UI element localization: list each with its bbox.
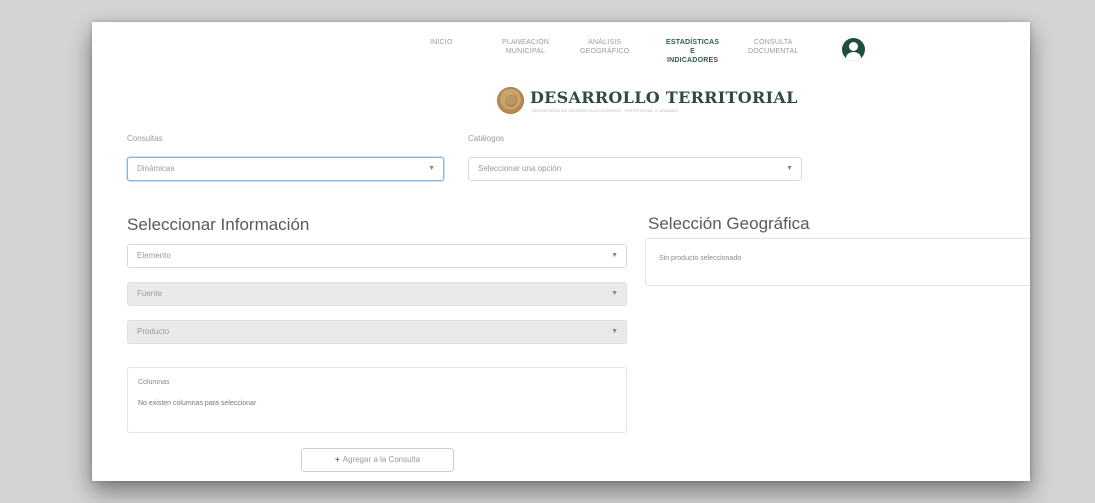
producto-select[interactable]: Producto ▼	[127, 320, 627, 344]
nav-label: GEOGRÁFICO	[580, 48, 630, 55]
nav-item-inicio[interactable]: INICIO	[430, 38, 453, 47]
nav-label: CONSULTA	[753, 39, 793, 46]
seal-icon	[497, 87, 524, 114]
chevron-down-icon: ▼	[611, 252, 618, 259]
consultas-value: Dinámicas	[137, 164, 175, 173]
nav-item-consulta-documental[interactable]: CONSULTA DOCUMENTAL	[748, 38, 798, 56]
consultas-label: Consultas	[127, 134, 163, 143]
logo-subtitle: SECRETARÍA DE DESARROLLO AGRARIO, TERRIT…	[532, 108, 678, 113]
columnas-panel: Columnas No existen columnas para selecc…	[127, 367, 627, 433]
fuente-select[interactable]: Fuente ▼	[127, 282, 627, 306]
nav-label: DOCUMENTAL	[748, 48, 799, 55]
fuente-placeholder: Fuente	[137, 289, 162, 298]
elemento-placeholder: Elemento	[137, 251, 171, 260]
page-card: INICIO PLANEACIÓN MUNICIPAL ANÁLISIS GEO…	[92, 22, 1030, 481]
catalogos-placeholder: Seleccionar una opción	[478, 164, 562, 173]
chevron-down-icon: ▼	[786, 165, 793, 172]
catalogos-select[interactable]: Seleccionar una opción ▼	[468, 157, 802, 181]
user-circle-icon[interactable]	[842, 38, 865, 61]
nav-item-planeacion-municipal[interactable]: PLANEACIÓN MUNICIPAL	[502, 38, 549, 56]
elemento-select[interactable]: Elemento ▼	[127, 244, 627, 268]
add-to-query-button[interactable]: + Agregar a la Consulta	[301, 448, 454, 472]
nav-label: E	[690, 48, 696, 55]
columnas-empty-message: No existen columnas para seleccionar	[138, 400, 257, 407]
nav-label: INICIO	[430, 39, 453, 46]
info-section-title: Seleccionar Información	[127, 215, 310, 234]
nav-label: INDICADORES	[667, 57, 719, 64]
geo-empty-message: Sin producto seleccionado	[659, 255, 742, 262]
chevron-down-icon: ▼	[611, 328, 618, 335]
geo-panel: Sin producto seleccionado	[645, 238, 1030, 286]
catalogos-label: Catálogos	[468, 134, 505, 143]
add-button-label: Agregar a la Consulta	[342, 455, 421, 464]
nav-label: ANÁLISIS	[588, 39, 622, 46]
chevron-down-icon: ▼	[428, 165, 435, 172]
geo-section-title: Selección Geográfica	[648, 214, 810, 233]
nav-label: ESTADÍSTICAS	[666, 39, 720, 46]
chevron-down-icon: ▼	[611, 290, 618, 297]
nav-label: PLANEACIÓN	[502, 39, 550, 46]
plus-icon: +	[334, 455, 340, 464]
producto-placeholder: Producto	[137, 327, 170, 336]
columnas-label: Columnas	[138, 379, 170, 386]
consultas-select[interactable]: Dinámicas ▼	[127, 157, 444, 181]
nav-item-estadisticas-indicadores[interactable]: ESTADÍSTICAS E INDICADORES	[666, 38, 719, 65]
nav-label: MUNICIPAL	[505, 48, 546, 55]
nav-item-analisis-geografico[interactable]: ANÁLISIS GEOGRÁFICO	[580, 38, 629, 56]
logo-title: DESARROLLO TERRITORIAL	[530, 88, 798, 107]
